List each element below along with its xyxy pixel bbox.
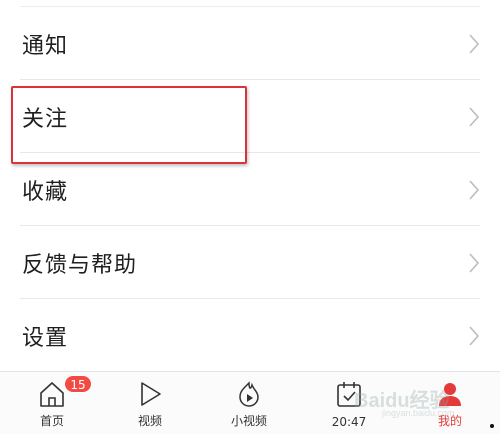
chevron-right-icon bbox=[469, 34, 480, 54]
menu-item-feedback-help[interactable]: 反馈与帮助 bbox=[0, 227, 500, 299]
tab-home[interactable]: 15 首页 bbox=[12, 372, 92, 434]
chevron-right-icon bbox=[469, 107, 480, 127]
menu-item-settings[interactable]: 设置 bbox=[0, 300, 500, 372]
tab-label: 视频 bbox=[137, 414, 162, 428]
menu-item-favorites[interactable]: 收藏 bbox=[0, 154, 500, 226]
tab-short-video[interactable]: 小视频 bbox=[209, 372, 289, 434]
menu-item-label: 收藏 bbox=[22, 180, 69, 205]
divider bbox=[20, 6, 480, 7]
menu-item-label: 设置 bbox=[22, 326, 69, 351]
tab-label: 首页 bbox=[39, 414, 64, 428]
menu-item-label: 通知 bbox=[22, 34, 69, 59]
bottom-tab-bar: 15 首页 视频 小视频 20:47 我的 bbox=[0, 371, 500, 434]
flame-play-icon bbox=[239, 381, 259, 407]
tab-video[interactable]: 视频 bbox=[110, 372, 190, 434]
highlight-box bbox=[11, 86, 247, 164]
home-icon bbox=[40, 382, 64, 407]
divider bbox=[20, 298, 480, 299]
divider bbox=[20, 79, 480, 80]
user-icon bbox=[439, 383, 461, 406]
tab-mine[interactable]: 我的 bbox=[410, 372, 490, 434]
chevron-right-icon bbox=[469, 253, 480, 273]
tab-label: 我的 bbox=[437, 414, 462, 428]
menu-item-label: 反馈与帮助 bbox=[22, 253, 138, 278]
play-icon bbox=[141, 382, 161, 406]
chevron-right-icon bbox=[469, 326, 480, 346]
chevron-right-icon bbox=[469, 180, 480, 200]
notification-badge: 15 bbox=[64, 375, 92, 393]
tab-label: 20:47 bbox=[331, 415, 367, 429]
tab-calendar[interactable]: 20:47 bbox=[309, 372, 389, 434]
divider bbox=[20, 225, 480, 226]
tab-label: 小视频 bbox=[230, 414, 267, 428]
menu-item-notifications[interactable]: 通知 bbox=[0, 8, 500, 80]
dot-mark bbox=[490, 424, 494, 428]
calendar-check-icon bbox=[337, 382, 361, 407]
